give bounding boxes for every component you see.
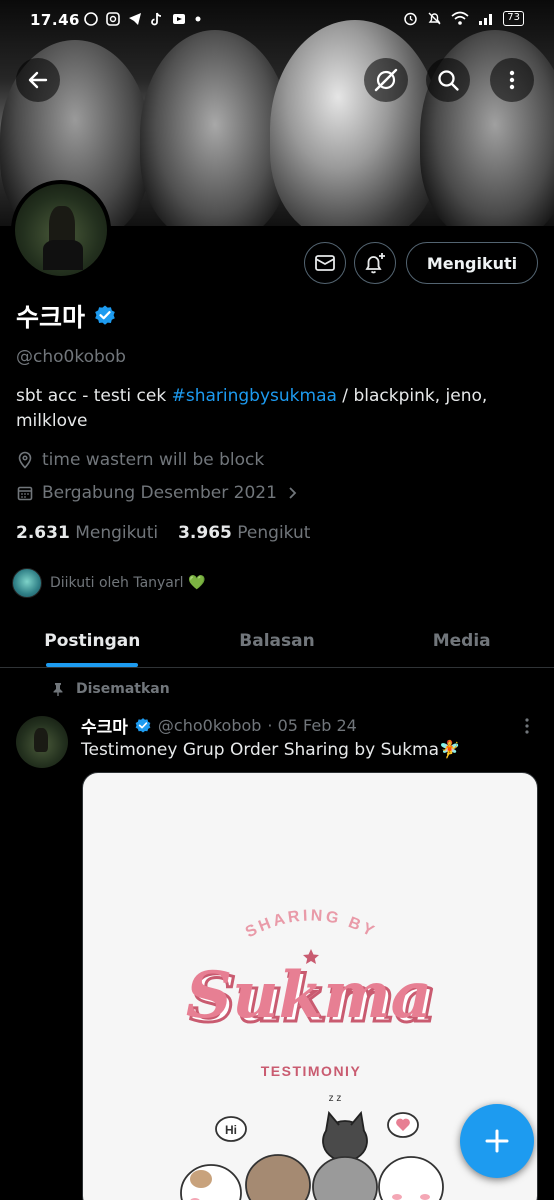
cat-brown (245, 1154, 311, 1200)
status-system-icons: 73 (403, 11, 524, 26)
profile-tabs: Postingan Balasan Media (0, 614, 554, 668)
compose-post-button[interactable] (460, 1104, 534, 1178)
post-header: 수크마 @cho0kobob · 05 Feb 24 (81, 713, 357, 738)
bio-hashtag-link[interactable]: #sharingbysukmaa (172, 386, 337, 406)
media-sub-text: TESTIMONIY (261, 1063, 362, 1079)
tab-posts[interactable]: Postingan (0, 614, 185, 667)
location-pin-icon (18, 451, 32, 469)
whatsapp-icon (84, 12, 98, 26)
profile-bio: sbt acc - testi cek #sharingbysukmaa / b… (16, 384, 536, 434)
pinned-label: Disematkan (76, 681, 170, 697)
grok-icon (374, 68, 398, 92)
more-vertical-icon (509, 70, 515, 90)
avatar-figure (34, 728, 48, 752)
verified-badge-icon (135, 717, 151, 733)
telegram-icon (129, 13, 141, 25)
pinned-indicator: Disematkan (50, 681, 170, 697)
followers-count: 3.965 (178, 523, 232, 543)
joined-text: Bergabung Desember 2021 (42, 483, 277, 503)
pin-icon (53, 683, 63, 696)
post-text: Testimoney Grup Order Sharing by Sukma🧚 (81, 740, 461, 760)
media-main-text: Sukma (186, 958, 432, 1033)
follower-avatar (12, 568, 42, 598)
status-app-icons (84, 12, 202, 26)
more-vertical-icon (525, 718, 529, 734)
grok-button[interactable] (364, 58, 408, 102)
following-count: 2.631 (16, 523, 70, 543)
notifications-button[interactable] (354, 242, 396, 284)
post-more-button[interactable] (519, 716, 535, 740)
more-options-button[interactable] (490, 58, 534, 102)
location-text: time wastern will be block (42, 450, 265, 470)
bio-text: sbt acc - testi cek (16, 386, 172, 406)
tiktok-icon (151, 12, 162, 26)
search-icon (438, 70, 459, 91)
avatar-figure-body (43, 240, 83, 270)
bubble-zz-text: z z (329, 1093, 342, 1104)
tab-media[interactable]: Media (369, 614, 554, 667)
instagram-icon (106, 12, 120, 26)
battery-indicator: 73 (503, 11, 524, 26)
banner-photo-person (270, 20, 440, 226)
plus-icon (485, 1129, 509, 1153)
calendar-icon (17, 486, 33, 501)
dot-icon (195, 16, 201, 22)
wifi-icon (451, 11, 469, 25)
follow-counts: 2.631 Mengikuti 3.965 Pengikut (16, 523, 310, 543)
profile-location: time wastern will be block (16, 450, 264, 470)
signal-icon (479, 14, 493, 25)
following-count-link[interactable]: 2.631 Mengikuti (16, 523, 158, 543)
followed-by-row[interactable]: Diikuti oleh Tanyarl 💚 (12, 568, 205, 598)
profile-avatar[interactable] (11, 180, 111, 280)
post-author-handle: @cho0kobob (157, 716, 262, 735)
following-button[interactable]: Mengikuti (406, 242, 538, 284)
bubble-hi-text: Hi (225, 1123, 237, 1137)
status-bar: 17.46 73 (0, 0, 554, 40)
media-icon (173, 14, 185, 24)
mute-icon (428, 12, 441, 25)
post-date: · 05 Feb 24 (267, 716, 357, 735)
cat-cheek (420, 1194, 430, 1200)
verified-badge-icon (95, 305, 115, 325)
cat-grey (312, 1156, 378, 1200)
back-button[interactable] (16, 58, 60, 102)
status-time: 17.46 (30, 11, 80, 29)
followers-label: Pengikut (237, 523, 311, 543)
media-top-text-path: SHARING BY (243, 907, 376, 941)
message-button[interactable] (304, 242, 346, 284)
banner-photo-person (140, 30, 290, 226)
followed-by-text: Diikuti oleh Tanyarl 💚 (50, 575, 206, 591)
alarm-icon (404, 12, 418, 26)
post-author-avatar[interactable] (16, 716, 68, 768)
tab-replies[interactable]: Balasan (185, 614, 370, 667)
bell-plus-icon (365, 253, 385, 274)
profile-display-name: 수크마 (16, 298, 117, 334)
profile-joined-date[interactable]: Bergabung Desember 2021 (16, 483, 299, 503)
arrow-left-icon (28, 71, 48, 89)
chevron-right-icon (289, 487, 297, 499)
envelope-icon (315, 255, 335, 271)
post-author-name[interactable]: 수크마 (81, 713, 128, 738)
media-top-text: SHARING BY (243, 907, 379, 941)
cat-calico-patch (190, 1170, 212, 1188)
followers-count-link[interactable]: 3.965 Pengikut (178, 523, 310, 543)
search-button[interactable] (426, 58, 470, 102)
cat-cheek (392, 1194, 402, 1200)
cat-white (378, 1156, 444, 1200)
display-name-text: 수크마 (16, 303, 86, 332)
following-label: Mengikuti (75, 523, 159, 543)
profile-handle: @cho0kobob (16, 347, 126, 367)
